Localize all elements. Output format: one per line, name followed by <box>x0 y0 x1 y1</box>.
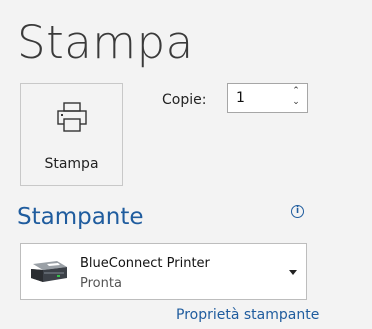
printer-device-icon <box>27 258 71 290</box>
copies-stepper[interactable]: 1 ⌃ ⌄ <box>227 83 308 113</box>
printer-dropdown[interactable]: BlueConnect Printer Pronta <box>20 243 307 300</box>
printer-section-title: Stampante <box>17 204 144 230</box>
chevron-down-icon[interactable] <box>289 270 297 275</box>
printer-name: BlueConnect Printer <box>80 256 210 271</box>
copies-value[interactable]: 1 <box>236 90 245 106</box>
printer-icon <box>55 100 89 138</box>
copies-label: Copie: <box>162 92 207 108</box>
chevron-up-icon[interactable]: ⌃ <box>291 86 301 97</box>
printer-properties-link[interactable]: Proprietà stampante <box>176 307 319 323</box>
chevron-down-icon[interactable]: ⌄ <box>291 97 301 108</box>
page-title: Stampa <box>17 16 194 69</box>
info-icon[interactable]: i <box>291 205 304 218</box>
print-button[interactable]: Stampa <box>20 83 123 186</box>
print-button-label: Stampa <box>44 156 99 172</box>
copies-spin-buttons[interactable]: ⌃ ⌄ <box>291 86 301 110</box>
printer-status: Pronta <box>80 276 122 291</box>
